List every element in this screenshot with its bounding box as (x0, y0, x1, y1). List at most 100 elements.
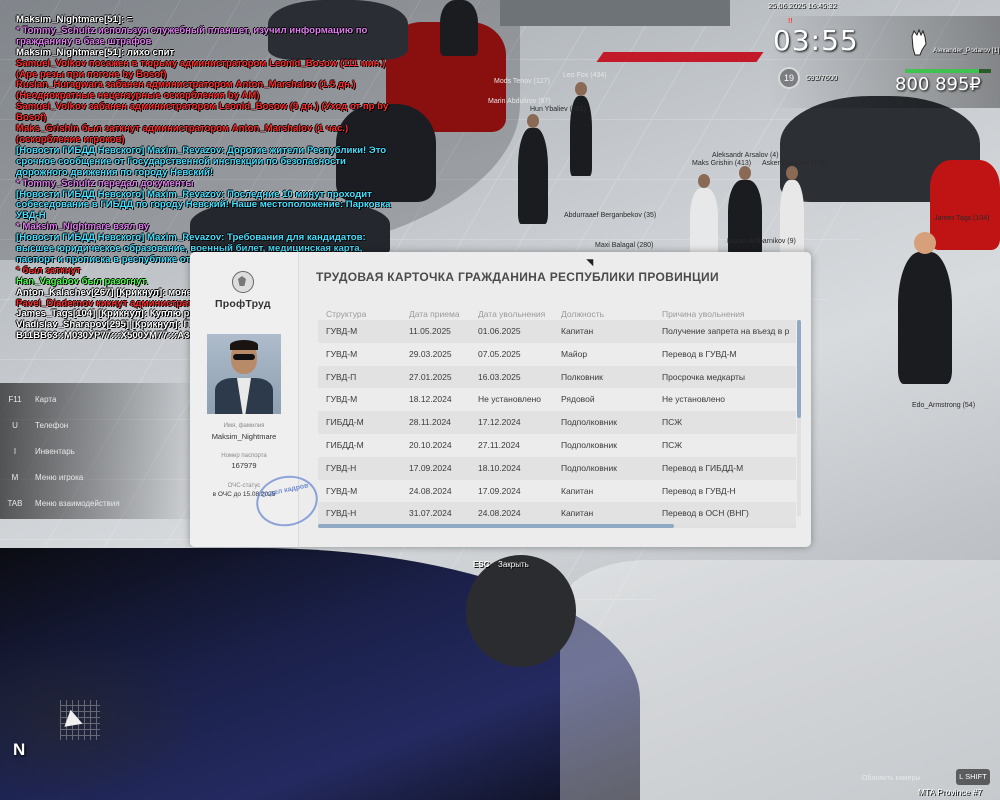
citizen-photo (207, 334, 281, 414)
chat-message: * Tommy_Schultz передал документы (16, 177, 194, 189)
npc-person (780, 166, 804, 258)
column-header: Дата увольнения (478, 309, 546, 319)
table-cell: Не установлено (478, 394, 542, 405)
chat-message: Samuel_Volkov забанен администратором Le… (16, 101, 389, 124)
vertical-scrollbar[interactable] (797, 320, 801, 418)
hotkey-label: Меню взаимодействия (35, 498, 120, 508)
npc-person (440, 0, 478, 56)
table-cell: Подполковник (561, 462, 617, 473)
table-row[interactable]: ГИБДД-М 28.11.2024 17.12.2024 Подполковник П… (318, 411, 796, 434)
key-label: M (11, 472, 19, 482)
player-nametag: Hun Ybaliev (391) (530, 106, 586, 113)
table-cell: ГУВД-М (326, 485, 358, 496)
column-header: Структура (326, 309, 367, 319)
player-nametag: Maks Grishin (413) (692, 160, 752, 167)
hotkey-interaction-menu[interactable]: TAB Меню взаимодействия (0, 493, 190, 513)
player-nametag: Edo_Armstrong (54) (912, 402, 976, 409)
chat-message: Maksim_Nightmare[51]: лихо спит (16, 46, 175, 58)
lshift-key-hint[interactable]: L SHIFT (956, 769, 990, 785)
table-cell: 31.07.2024 (409, 508, 452, 519)
table-cell: 29.03.2025 (409, 348, 452, 359)
table-cell: Перевод в ОСН (ВНГ) (662, 508, 749, 519)
hotkey-inventory[interactable]: I Инвентарь (0, 441, 190, 461)
key-label: I (13, 446, 17, 456)
hotkey-phone[interactable]: U Телефон (0, 415, 190, 435)
money-display: 800 895₽ (895, 74, 981, 95)
player-nametag: Marin Abdulirov (67) (488, 98, 551, 105)
table-cell: Капитан (561, 508, 594, 519)
table-row[interactable]: ГУВД-М 29.03.2025 07.05.2025 Майор Перевод в… (318, 343, 796, 366)
table-cell: 16.03.2025 (478, 371, 521, 382)
table-row[interactable]: ГУВД-М 11.05.2025 01.06.2025 Капитан Получен… (318, 320, 796, 343)
table-cell: 17.09.2024 (409, 462, 452, 473)
table-cell: 20.10.2024 (409, 439, 452, 450)
npc-person (518, 114, 548, 224)
table-cell: Рядовой (561, 394, 595, 405)
hotkey-menu: F11 Карта U Телефон I Инвентарь M Меню игрок… (0, 383, 200, 519)
table-row[interactable]: ГУВД-Н 17.09.2024 18.10.2024 Подполковник Пе… (318, 456, 796, 480)
hotkey-map[interactable]: F11 Карта (0, 389, 190, 409)
close-button[interactable]: Закрыть (498, 560, 529, 569)
table-cell: 27.01.2025 (409, 371, 452, 382)
table-cell: ГУВД-М (326, 348, 358, 359)
employment-table-body[interactable]: ГУВД-М 11.05.2025 01.06.2025 Капитан Получен… (318, 320, 796, 526)
proftrud-logo: ПрофТруд (215, 298, 271, 310)
esc-key-hint: ESC (473, 560, 490, 569)
hotkey-label: Карта (35, 394, 57, 404)
table-cell: ГУВД-П (326, 371, 357, 382)
table-cell: 18.10.2024 (478, 462, 521, 473)
table-cell: 01.06.2025 (478, 326, 521, 336)
player-character-top-view (466, 555, 576, 667)
table-cell: 07.05.2025 (478, 348, 521, 359)
table-cell: ГИБДД-М (326, 417, 364, 428)
passport-label: Номер паспорта (221, 453, 267, 459)
light-reflection (560, 560, 1000, 800)
compass-north: N (13, 740, 26, 759)
npc-person-near (898, 232, 952, 384)
chat-message: Maks_Grishin был заткнут администратором… (16, 123, 349, 145)
hotkey-player-menu[interactable]: M Меню игрока (0, 467, 190, 487)
key-label: U (12, 420, 18, 430)
column-header: Причина увольнения (662, 309, 745, 319)
table-cell: Подполковник (561, 439, 617, 450)
table-cell: ГУВД-М (326, 394, 358, 405)
chat-message: * Tommy_Schultz используя служебный план… (16, 24, 368, 47)
table-cell: 17.12.2024 (478, 417, 521, 428)
chat-message: Ruslan_Huragwara забанен администратором… (16, 79, 356, 102)
table-cell: 28.11.2024 (409, 417, 451, 428)
level-badge: 19 (778, 67, 800, 89)
name-value: Maksim_Nightmare (211, 432, 277, 441)
player-nametag: Mods Tenov (127) (494, 78, 550, 85)
player-nametag: Maxi Balagal (280) (595, 242, 654, 249)
table-cell: 18.12.2024 (409, 394, 452, 405)
table-cell: Полковник (561, 371, 603, 382)
datetime: 25.06.2025 16:45:32 (768, 1, 837, 10)
table-row[interactable]: ГУВД-М 24.08.2024 17.09.2024 Капитан Перевод… (318, 480, 796, 503)
table-cell: Не установлено (662, 394, 726, 405)
horizontal-scrollbar[interactable] (318, 524, 674, 528)
key-label: TAB (7, 498, 23, 508)
npc-person (728, 166, 762, 258)
table-cell: ГУВД-Н (326, 508, 357, 519)
table-cell: 27.11.2024 (478, 439, 520, 450)
table-cell: 17.09.2024 (478, 485, 521, 496)
column-header: Должность (561, 309, 605, 319)
table-cell: Перевод в ГИБДД-М (662, 462, 744, 473)
chat-message: [Новости ГИБДД Невского] Maxim_Revazov: … (16, 188, 391, 222)
player-nametag: James Tags (104) (934, 215, 990, 222)
player-nametag: Abdurraaef Berganbekov (35) (564, 212, 657, 219)
game-clock: 03:55 (773, 24, 859, 57)
table-cell: Получение запрета на въезд в р (662, 326, 790, 336)
table-row[interactable]: ГИБДД-М 20.10.2024 27.11.2024 Подполковник П… (318, 434, 796, 457)
table-row[interactable]: ГУВД-П 27.01.2025 16.03.2025 Полковник Проср… (318, 365, 796, 389)
table-cell: ПСЖ (662, 417, 683, 428)
table-cell: Капитан (561, 485, 594, 496)
table-cell: ПСЖ (662, 439, 683, 450)
player-name: Alexander_Podarov [1] (933, 47, 1000, 54)
table-row[interactable]: ГУВД-М 18.12.2024 Не установлено Рядовой Не … (318, 388, 796, 411)
table-row[interactable]: ГУВД-Н 31.07.2024 24.08.2024 Капитан Перевод… (318, 502, 796, 526)
chat-message: Samuel_Volkov посажен в тюрьму администр… (16, 57, 386, 80)
table-cell: Капитан (561, 326, 594, 336)
table-cell: Перевод в ГУВД-М (662, 348, 737, 359)
player-nametag: Asker Gazaliev (173) (762, 160, 828, 167)
